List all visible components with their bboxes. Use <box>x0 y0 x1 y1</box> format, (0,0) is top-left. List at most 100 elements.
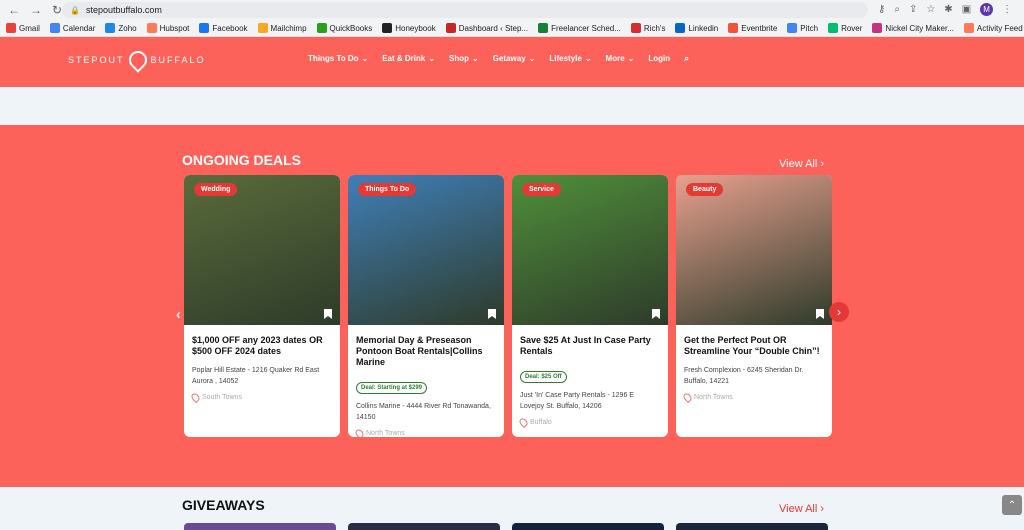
deal-image[interactable]: Service <box>512 175 668 325</box>
share-icon[interactable]: ⇪ <box>909 4 917 15</box>
deal-title[interactable]: Get the Perfect Pout OR Streamline Your … <box>684 335 824 357</box>
bookmark-favicon-icon <box>728 23 739 33</box>
card-body: $1,000 OFF any 2023 dates OR $500 OFF 20… <box>184 325 340 412</box>
nav-lifestyle[interactable]: Lifestyle ⌄ <box>549 53 591 64</box>
deal-image[interactable]: Beauty <box>676 175 832 325</box>
bookmark-icon[interactable] <box>816 309 824 319</box>
bookmark-favicon-icon <box>49 23 60 33</box>
chevron-down-icon: ⌄ <box>584 54 592 63</box>
bookmark-label: Honeybook <box>395 23 436 33</box>
deal-badge: Deal: Starting at $299 <box>356 382 428 394</box>
bookmark-item[interactable]: Rover <box>828 23 862 33</box>
deal-card[interactable]: Wedding $1,000 OFF any 2023 dates OR $500… <box>184 175 340 437</box>
bookmark-label: Mailchimp <box>270 23 307 33</box>
deal-location[interactable]: North Towns <box>353 427 496 437</box>
profile-avatar[interactable]: M <box>980 3 994 16</box>
bookmark-item[interactable]: Dashboard ‹ Step... <box>445 23 528 33</box>
nav-login[interactable]: Login <box>648 53 670 64</box>
bookmark-label: Nickel City Maker... <box>885 23 954 33</box>
deal-title[interactable]: Memorial Day & Preseason Pontoon Boat Re… <box>356 335 496 368</box>
bookmark-favicon-icon <box>787 23 798 33</box>
bookmark-item[interactable]: Zoho <box>105 23 137 33</box>
bookmark-item[interactable]: QuickBooks <box>316 23 372 33</box>
bookmark-label: Rover <box>841 23 863 33</box>
nav-shop[interactable]: Shop ⌄ <box>449 53 479 64</box>
scroll-top-icon[interactable]: ⌃ <box>1002 495 1022 515</box>
forward-icon[interactable]: → <box>30 3 42 17</box>
logo-text-left: STEPOUT <box>68 55 125 65</box>
chevron-down-icon: ⌄ <box>472 54 479 63</box>
bookmark-label: Pitch <box>800 23 819 33</box>
back-icon[interactable]: ← <box>8 3 20 17</box>
reload-icon[interactable]: ↻ <box>52 3 62 17</box>
deal-title[interactable]: $1,000 OFF any 2023 dates OR $500 OFF 20… <box>192 335 332 357</box>
bookmark-icon[interactable] <box>324 309 332 319</box>
zoom-icon[interactable]: ⌕ <box>894 4 900 15</box>
main-nav: Things To Do ⌄ Eat & Drink ⌄ Shop ⌄ Getaway… <box>308 53 689 64</box>
bookmark-item[interactable]: Pitch <box>787 23 818 33</box>
bookmark-icon[interactable] <box>652 309 660 319</box>
location-pin-icon <box>681 391 694 404</box>
search-icon[interactable]: ⌕ <box>684 53 689 64</box>
carousel-prev-icon[interactable]: ‹ <box>176 306 181 322</box>
bookmark-item[interactable]: Eventbrite <box>728 23 777 33</box>
menu-icon[interactable]: ⋮ <box>1002 4 1012 15</box>
bookmark-favicon-icon <box>199 23 210 33</box>
nav-eat-drink[interactable]: Eat & Drink ⌄ <box>382 53 435 64</box>
site-logo[interactable]: STEPOUT BUFFALO <box>68 47 206 73</box>
logo-pin-icon <box>124 47 151 73</box>
browser-toolbar: ← → ↻ 🔒 stepoutbuffalo.com ⚷ ⌕ ⇪ ☆ ✱ ▣ M… <box>0 0 1024 20</box>
bookmark-item[interactable]: Linkedin <box>675 23 718 33</box>
deal-location[interactable]: Buffalo <box>517 416 660 429</box>
extensions-icon[interactable]: ✱ <box>944 4 952 15</box>
giveaway-thumb[interactable] <box>512 523 664 530</box>
giveaway-thumb[interactable] <box>348 523 500 530</box>
bookmark-favicon-icon <box>963 23 974 33</box>
giveaway-thumb[interactable] <box>184 523 336 530</box>
deal-location[interactable]: South Towns <box>189 391 332 404</box>
bookmark-item[interactable]: Calendar <box>49 23 95 33</box>
address-bar[interactable]: 🔒 stepoutbuffalo.com <box>62 2 868 18</box>
view-all-link[interactable]: View All › <box>779 503 824 515</box>
carousel-next-icon[interactable]: › <box>829 302 849 322</box>
bookmark-item[interactable]: Gmail <box>6 23 40 33</box>
bookmark-label: Gmail <box>19 23 40 33</box>
nav-things-to-do[interactable]: Things To Do ⌄ <box>308 53 368 64</box>
content-spacer <box>0 87 1024 125</box>
star-icon[interactable]: ☆ <box>926 4 935 15</box>
category-tag[interactable]: Things To Do <box>358 183 417 196</box>
deal-address: Just 'In' Case Party Rentals - 1296 E Lo… <box>520 392 634 410</box>
category-tag[interactable]: Wedding <box>194 183 238 196</box>
deal-location[interactable]: North Towns <box>681 391 824 404</box>
sidebar-icon[interactable]: ▣ <box>962 4 971 15</box>
deal-card[interactable]: Service Save $25 At Just In Case Party Re… <box>512 175 668 437</box>
deal-card[interactable]: Beauty Get the Perfect Pout OR Streamline… <box>676 175 832 437</box>
chevron-down-icon: ⌄ <box>428 54 436 63</box>
giveaway-thumb[interactable] <box>676 523 828 530</box>
deal-image[interactable]: Things To Do <box>348 175 504 325</box>
bookmark-item[interactable]: Activity Feed <box>963 23 1023 33</box>
bookmark-item[interactable]: Hubspot <box>146 23 189 33</box>
category-tag[interactable]: Service <box>522 183 561 196</box>
bookmark-favicon-icon <box>6 23 16 33</box>
bookmark-item[interactable]: Mailchimp <box>257 23 307 33</box>
deal-title[interactable]: Save $25 At Just In Case Party Rentals <box>520 335 660 357</box>
view-all-link[interactable]: View All › <box>779 158 824 170</box>
nav-getaway[interactable]: Getaway ⌄ <box>493 53 536 64</box>
bookmark-item[interactable]: Honeybook <box>382 23 436 33</box>
bookmark-item[interactable]: Rich's <box>630 23 665 33</box>
bookmark-label: Facebook <box>212 23 248 33</box>
bookmark-favicon-icon <box>872 23 883 33</box>
bookmark-item[interactable]: Freelancer Sched... <box>538 23 621 33</box>
category-tag[interactable]: Beauty <box>686 183 724 196</box>
deal-image[interactable]: Wedding <box>184 175 340 325</box>
bookmark-favicon-icon <box>828 23 839 33</box>
bookmark-item[interactable]: Facebook <box>199 23 248 33</box>
bookmark-item[interactable]: Nickel City Maker... <box>872 23 954 33</box>
chevron-right-icon: › <box>820 503 825 515</box>
deal-card[interactable]: Things To Do Memorial Day & Preseason Pon… <box>348 175 504 437</box>
key-icon[interactable]: ⚷ <box>878 4 885 15</box>
lock-icon[interactable]: 🔒 <box>70 6 80 15</box>
nav-more[interactable]: More ⌄ <box>606 53 635 64</box>
bookmark-icon[interactable] <box>488 309 496 319</box>
